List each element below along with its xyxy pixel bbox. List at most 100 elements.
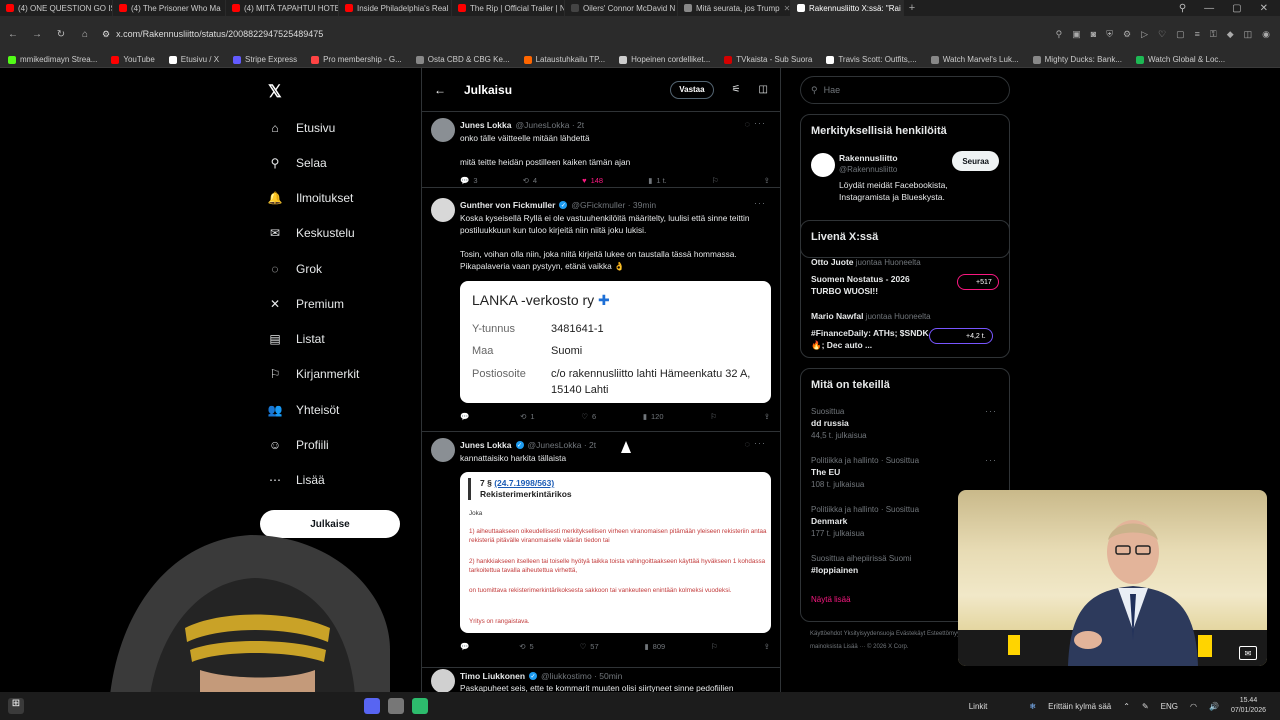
reply-action[interactable]: 💬	[460, 642, 473, 651]
rakennusliitto-avatar[interactable]	[811, 153, 835, 177]
avatar[interactable]	[431, 118, 455, 142]
browser-tab[interactable]: (4) ONE QUESTION GO IS✕	[0, 0, 113, 16]
x-logo-icon[interactable]: 𝕏	[268, 82, 282, 102]
maximize-icon[interactable]: ▢	[1232, 3, 1241, 14]
author-name[interactable]: Junes Lokka	[460, 120, 512, 130]
more-icon[interactable]: ···	[985, 406, 997, 416]
more-icon[interactable]: ···	[985, 455, 997, 465]
home-icon[interactable]: ⌂	[78, 29, 92, 40]
trend-topic[interactable]: dd russia	[811, 418, 849, 428]
browser-tab[interactable]: Inside Philadelphia's Real✕	[339, 0, 452, 16]
tweet[interactable]: Gunther von Fickmuller ✓ @GFickmuller · …	[422, 192, 780, 432]
live-host[interactable]: Mario Nawfal juontaa Huoneelta	[811, 311, 931, 321]
browser-tab[interactable]: Mitä seurata, jos Trump ✕	[678, 0, 791, 16]
settings-icon[interactable]: ⚙	[1123, 29, 1131, 40]
nav-item-kirjanmerkit[interactable]: ⚐ Kirjanmerkit	[268, 367, 360, 381]
links-toolbar[interactable]: Linkit	[969, 702, 988, 711]
filter-icon[interactable]: ⚟	[732, 84, 741, 95]
avatar[interactable]	[431, 438, 455, 462]
more-icon[interactable]: ···	[754, 438, 766, 448]
repost-action[interactable]: ⟲ 4	[523, 176, 537, 185]
share-action[interactable]: ⇪	[764, 412, 770, 421]
heart-icon[interactable]: ♡	[1158, 29, 1166, 40]
author-handle[interactable]: @liukkostimo · 50min	[541, 671, 622, 681]
browser-tab[interactable]: (4) MITÄ TAPAHTUI HOTE✕	[226, 0, 339, 16]
trend-topic[interactable]: #loppiainen	[811, 565, 858, 575]
avatar[interactable]	[431, 669, 455, 692]
nav-item-yhteisöt[interactable]: 👥 Yhteisöt	[268, 403, 340, 417]
menu-icon[interactable]: ≡	[1195, 29, 1200, 40]
tweet[interactable]: Junes Lokka @JunesLokka · 2t ◌ ··· onko …	[422, 112, 780, 188]
repost-action[interactable]: ⟲ 1	[520, 412, 534, 421]
wifi-icon[interactable]: ◠	[1190, 702, 1197, 711]
wallet-icon[interactable]: ▢	[1176, 29, 1185, 40]
more-icon[interactable]: ···	[754, 118, 766, 128]
app-icon[interactable]	[412, 698, 428, 714]
shield-icon[interactable]: ⛨	[1106, 29, 1113, 40]
steam-icon[interactable]	[388, 698, 404, 714]
tweet[interactable]: Junes Lokka ✓ @JunesLokka · 2t ◌ ··· kan…	[422, 432, 780, 668]
bookmark-item[interactable]: Pro membership - G...	[311, 55, 402, 64]
bookmark-item[interactable]: Etusivu / X	[168, 55, 219, 64]
bookmark-item[interactable]: Mighty Ducks: Bank...	[1032, 55, 1122, 64]
bookmark-action[interactable]: ⚐	[710, 412, 717, 421]
tray-chevron-icon[interactable]: ⌃	[1123, 702, 1130, 711]
language-indicator[interactable]: ENG	[1161, 702, 1178, 711]
search-tabs-icon[interactable]: ⚲	[1179, 3, 1186, 14]
nav-item-selaa[interactable]: ⚲ Selaa	[268, 156, 327, 170]
browser-tab[interactable]: Oilers' Connor McDavid N✕	[565, 0, 678, 16]
new-tab-icon[interactable]: +	[904, 2, 920, 14]
browser-tab[interactable]: (4) The Prisoner Who Ma✕	[113, 0, 226, 16]
close-window-icon[interactable]: ✕	[1260, 3, 1268, 14]
author-name[interactable]: Timo Liukkonen	[460, 671, 525, 681]
nav-item-listat[interactable]: ▤ Listat	[268, 332, 324, 346]
layout-icon[interactable]: ◫	[759, 84, 768, 95]
bookmark-item[interactable]: Stripe Express	[233, 55, 297, 64]
author-name[interactable]: Gunther von Fickmuller	[460, 200, 555, 210]
nav-item-premium[interactable]: ✕ Premium	[268, 297, 344, 311]
live-title[interactable]: #FinanceDaily: ATHs; $SNDK 🔥; Dec auto .…	[811, 327, 931, 351]
search-icon[interactable]: ⚲	[1056, 29, 1063, 40]
trend-topic[interactable]: The EU	[811, 467, 840, 477]
live-title[interactable]: Suomen Nostatus - 2026 TURBO WUOSI!!	[811, 273, 941, 297]
search-box[interactable]: ⚲ Hae	[800, 76, 1010, 104]
back-arrow-icon[interactable]: ←	[434, 83, 446, 97]
clock[interactable]: 15.44 07/01/2026	[1231, 696, 1266, 716]
bookmark-item[interactable]: mmikedimayn Strea...	[8, 55, 97, 64]
repost-action[interactable]: ⟲ 5	[519, 642, 533, 651]
vpn-icon[interactable]: ◆	[1227, 29, 1234, 40]
browser-tab[interactable]: The Rip | Official Trailer | N✕	[452, 0, 565, 16]
views-action[interactable]: ▮ 809	[645, 642, 666, 651]
forward-icon[interactable]: →	[30, 29, 44, 40]
nav-item-profiili[interactable]: ☺ Profiili	[268, 438, 329, 452]
bookmark-item[interactable]: YouTube	[111, 55, 155, 64]
law-link[interactable]: (24.7.1998/563)	[494, 478, 554, 488]
like-action[interactable]: ♥ 148	[582, 176, 603, 185]
bookmark-item[interactable]: Travis Scott: Outfits,...	[826, 55, 917, 64]
law-excerpt-image[interactable]: 7 § (24.7.1998/563) Rekisterimerkintärik…	[460, 472, 771, 633]
share-action[interactable]: ⇪	[764, 642, 770, 651]
bookmark-item[interactable]: Watch Marvel's Luk...	[930, 55, 1019, 64]
bookmark-item[interactable]: Osta CBD & CBG Ke...	[415, 55, 510, 64]
site-info-icon[interactable]: ⚙	[102, 29, 110, 40]
close-tab-icon[interactable]: ✕	[784, 4, 790, 13]
reload-icon[interactable]: ↻	[54, 29, 68, 40]
views-action[interactable]: ▮ 120	[643, 412, 664, 421]
back-icon[interactable]: ←	[6, 29, 20, 40]
play-icon[interactable]: ▷	[1141, 29, 1148, 40]
nav-item-etusivu[interactable]: ⌂ Etusivu	[268, 121, 335, 135]
bookmark-item[interactable]: Hopeinen cordelliket...	[619, 55, 710, 64]
nav-item-keskustelu[interactable]: ✉ Keskustelu	[268, 226, 355, 240]
tweet[interactable]: Timo Liukkonen ✓ @liukkostimo · 50min Pa…	[422, 668, 780, 692]
lock-icon[interactable]: ⚿	[1210, 29, 1217, 40]
reply-button[interactable]: Vastaa	[670, 80, 714, 99]
mail-icon[interactable]: ✉	[1239, 646, 1257, 660]
discord-icon[interactable]	[364, 698, 380, 714]
avatar[interactable]	[431, 198, 455, 222]
person-name[interactable]: Rakennusliitto	[839, 153, 898, 163]
browser-tab[interactable]: Rakennusliitto X:ssä: "Rai✕	[791, 0, 904, 16]
grok-icon[interactable]: ◌	[745, 439, 750, 449]
nav-item-lisää[interactable]: ⋯ Lisää	[268, 473, 325, 487]
live-listeners-badge[interactable]: +4,2 t.	[929, 328, 993, 344]
show-more-link[interactable]: Näytä lisää	[811, 595, 851, 604]
